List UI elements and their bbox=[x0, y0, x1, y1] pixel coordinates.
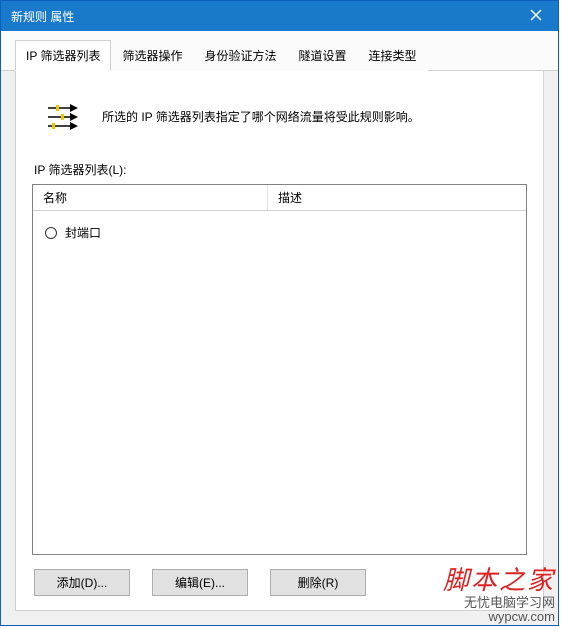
info-row: 所选的 IP 筛选器列表指定了哪个网络流量将受此规则影响。 bbox=[32, 91, 527, 159]
edit-button[interactable]: 编辑(E)... bbox=[152, 569, 248, 596]
list-body: 封端口 bbox=[33, 211, 526, 554]
column-label: 描述 bbox=[278, 189, 302, 206]
column-header-desc[interactable]: 描述 bbox=[268, 185, 526, 210]
tab-auth-method[interactable]: 身份验证方法 bbox=[193, 40, 287, 71]
window-title: 新规则 属性 bbox=[11, 8, 74, 25]
button-label: 编辑(E)... bbox=[175, 574, 225, 591]
info-text: 所选的 IP 筛选器列表指定了哪个网络流量将受此规则影响。 bbox=[102, 108, 420, 125]
tab-panel: 所选的 IP 筛选器列表指定了哪个网络流量将受此规则影响。 IP 筛选器列表(L… bbox=[15, 70, 544, 611]
tab-label: IP 筛选器列表 bbox=[26, 49, 100, 63]
list-item-name: 封端口 bbox=[65, 224, 101, 241]
tab-label: 身份验证方法 bbox=[204, 49, 276, 63]
button-row: 添加(D)... 编辑(E)... 删除(R) bbox=[32, 555, 527, 596]
tab-strip: IP 筛选器列表 筛选器操作 身份验证方法 隧道设置 连接类型 bbox=[1, 31, 558, 71]
add-button[interactable]: 添加(D)... bbox=[34, 569, 130, 596]
tab-label: 筛选器操作 bbox=[122, 49, 182, 63]
close-button[interactable] bbox=[513, 1, 558, 31]
tab-label: 隧道设置 bbox=[299, 49, 347, 63]
button-label: 删除(R) bbox=[298, 574, 339, 591]
title-bar: 新规则 属性 bbox=[1, 1, 558, 31]
column-header-name[interactable]: 名称 bbox=[33, 185, 268, 210]
tab-ip-filter-list[interactable]: IP 筛选器列表 bbox=[15, 40, 111, 71]
tab-connection-type[interactable]: 连接类型 bbox=[358, 40, 428, 71]
delete-button[interactable]: 删除(R) bbox=[270, 569, 366, 596]
radio-icon[interactable] bbox=[45, 227, 57, 239]
ip-filter-listbox[interactable]: 名称 描述 封端口 bbox=[32, 184, 527, 555]
list-label: IP 筛选器列表(L): bbox=[34, 161, 527, 178]
filter-arrows-icon bbox=[46, 101, 80, 131]
tab-label: 连接类型 bbox=[369, 49, 417, 63]
list-header: 名称 描述 bbox=[33, 185, 526, 211]
column-label: 名称 bbox=[43, 189, 67, 206]
close-icon bbox=[530, 8, 542, 25]
tab-filter-action[interactable]: 筛选器操作 bbox=[111, 40, 193, 71]
button-label: 添加(D)... bbox=[57, 574, 108, 591]
dialog-window: 新规则 属性 IP 筛选器列表 筛选器操作 身份验证方法 隧道设置 连接类型 bbox=[0, 0, 559, 626]
tab-tunnel-settings[interactable]: 隧道设置 bbox=[288, 40, 358, 71]
list-item[interactable]: 封端口 bbox=[33, 221, 526, 244]
